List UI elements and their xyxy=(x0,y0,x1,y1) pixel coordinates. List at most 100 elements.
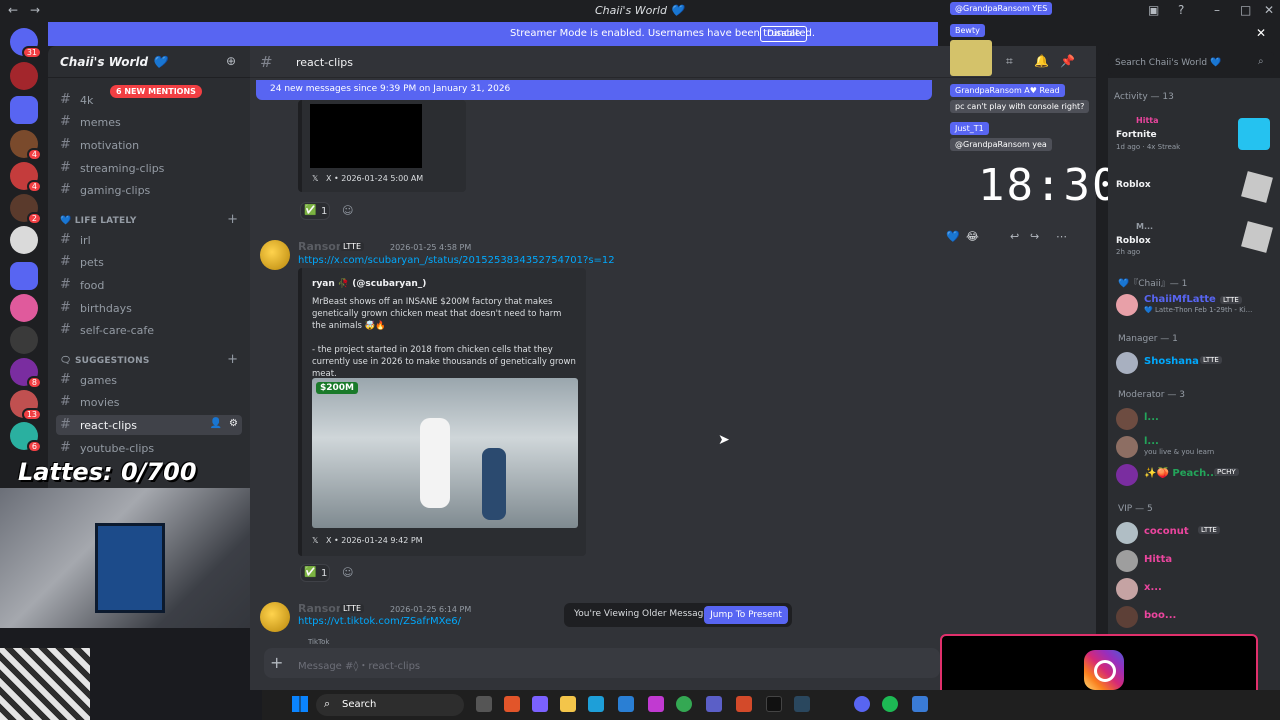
reply-icon[interactable]: ↩ xyxy=(1010,230,1019,243)
chrome-icon[interactable] xyxy=(676,696,692,712)
file-explorer-icon[interactable] xyxy=(560,696,576,712)
add-member-icon[interactable]: ⊕ xyxy=(226,54,236,68)
disable-streamer-mode-button[interactable]: Disable xyxy=(760,26,808,42)
maximize-icon[interactable]: □ xyxy=(1240,3,1251,17)
server-icon[interactable] xyxy=(10,326,38,354)
add-attachment-icon[interactable]: + xyxy=(270,653,283,672)
server-icon[interactable]: 4 xyxy=(10,130,42,161)
more-options-icon[interactable]: ⋯ xyxy=(1056,230,1067,243)
channel-pets[interactable]: # pets xyxy=(56,252,242,272)
forward-arrow-icon[interactable]: → xyxy=(30,3,40,17)
reaction-check[interactable]: ✅ 1 xyxy=(300,564,330,582)
copilot-icon[interactable] xyxy=(532,696,548,712)
activity-card[interactable]: M... Roblox 2h ago xyxy=(1114,221,1276,256)
channel-food[interactable]: # food xyxy=(56,275,242,295)
server-icon[interactable] xyxy=(10,294,38,322)
activity-card[interactable]: Roblox xyxy=(1114,171,1276,204)
bell-icon[interactable]: 🔔 xyxy=(1034,54,1049,68)
add-reaction-icon[interactable]: ☺ xyxy=(342,566,353,579)
teams-icon[interactable] xyxy=(706,696,722,712)
inbox-icon[interactable]: ▣ xyxy=(1148,3,1159,17)
channel-streaming-clips[interactable]: # streaming-clips xyxy=(56,158,242,178)
category-life-lately[interactable]: 💙 LIFE LATELY xyxy=(60,216,137,226)
new-messages-bar[interactable]: 24 new messages since 9:39 PM on January… xyxy=(256,80,932,100)
server-header[interactable]: Chaii's World 💙 ⊕ xyxy=(48,46,250,78)
member-item[interactable]: x... xyxy=(1114,576,1276,602)
member-item[interactable]: ✨🍑 Peach... PCHY xyxy=(1114,462,1276,488)
folder-icon[interactable] xyxy=(10,96,38,124)
search-input[interactable]: Search Chaii's World 💙 xyxy=(1115,58,1221,68)
pin-icon[interactable]: 📌 xyxy=(1060,54,1075,68)
server-icon[interactable]: 6 xyxy=(10,422,42,453)
app-icon[interactable] xyxy=(618,696,634,712)
server-icon[interactable] xyxy=(10,62,38,90)
embed-author[interactable]: ryan 🥀 (@scubaryan_) xyxy=(312,279,426,289)
task-view-icon[interactable] xyxy=(476,696,492,712)
direct-messages-icon[interactable]: 31 xyxy=(10,28,42,59)
app-icon[interactable] xyxy=(736,696,752,712)
help-icon[interactable]: ? xyxy=(1178,3,1184,17)
edge-icon[interactable] xyxy=(588,696,604,712)
channel-irl[interactable]: # irl xyxy=(56,230,242,250)
app-icon[interactable] xyxy=(648,696,664,712)
member-item[interactable]: boo... xyxy=(1114,604,1276,630)
add-reaction-icon[interactable]: ☺ xyxy=(342,204,353,217)
activity-card[interactable]: Hitta Fortnite 1d ago · 4x Streak xyxy=(1114,116,1276,152)
embed-image[interactable]: $200M xyxy=(312,378,578,528)
server-icon[interactable]: 13 xyxy=(10,390,42,421)
channel-birthdays[interactable]: # birthdays xyxy=(56,298,242,318)
avatar[interactable] xyxy=(260,602,290,632)
message-link[interactable]: https://x.com/scubaryan_/status/20152538… xyxy=(298,255,615,266)
back-arrow-icon[interactable]: ← xyxy=(8,3,18,17)
jump-to-present-button[interactable]: Jump To Present xyxy=(704,606,788,624)
add-channel-icon[interactable]: + xyxy=(227,212,238,227)
close-window-icon[interactable]: ✕ xyxy=(1264,3,1274,17)
message-composer[interactable]: + Message #◊・react-clips xyxy=(264,648,940,678)
spotify-icon[interactable] xyxy=(882,696,898,712)
folder-icon[interactable] xyxy=(10,262,38,290)
member-item[interactable]: l... xyxy=(1114,406,1276,432)
avatar[interactable] xyxy=(260,240,290,270)
windows-start-icon[interactable] xyxy=(292,696,308,712)
app-icon[interactable] xyxy=(912,696,928,712)
tiktok-icon[interactable] xyxy=(766,696,782,712)
reaction-shortcut-icon[interactable]: 😂 xyxy=(966,230,979,243)
channel-4k[interactable]: #4k xyxy=(56,90,242,110)
channel-react-clips[interactable]: # react-clips 👤 ⚙ xyxy=(56,415,242,435)
reaction-shortcut-icon[interactable]: 💙 xyxy=(946,230,960,243)
member-item[interactable]: l... you live & you learn xyxy=(1114,434,1276,460)
taskbar-search[interactable]: ⌕ Search xyxy=(316,694,464,716)
server-search[interactable]: Search Chaii's World 💙 ⌕ xyxy=(1108,52,1274,74)
member-item[interactable]: coconut LTTE xyxy=(1114,520,1276,546)
activity-header[interactable]: Activity — 13 xyxy=(1114,92,1174,102)
embed-video-thumbnail[interactable] xyxy=(310,104,422,168)
forward-icon[interactable]: ↪ xyxy=(1030,230,1039,243)
minimize-icon[interactable]: – xyxy=(1214,3,1220,17)
server-icon[interactable] xyxy=(10,226,38,254)
threads-icon[interactable]: ⌗ xyxy=(1006,54,1013,69)
member-item[interactable]: ChaiiMfLatte LTTE 💙 Latte-Thon Feb 1-29t… xyxy=(1114,292,1276,318)
brave-icon[interactable] xyxy=(504,696,520,712)
channel-self-care-cafe[interactable]: # self-care-cafe xyxy=(56,320,242,340)
channel-games[interactable]: # games xyxy=(56,370,242,390)
channel-movies[interactable]: # movies xyxy=(56,392,242,412)
steam-icon[interactable] xyxy=(794,696,810,712)
channel-youtube-clips[interactable]: # youtube-clips xyxy=(56,438,242,458)
member-item[interactable]: Shoshana LTTE xyxy=(1114,350,1276,376)
category-suggestions[interactable]: 🗨 SUGGESTIONS xyxy=(60,356,150,366)
discord-icon[interactable] xyxy=(854,696,870,712)
message-link[interactable]: https://vt.tiktok.com/ZSafrMXe6/ xyxy=(298,616,461,627)
server-icon[interactable]: 8 xyxy=(10,358,42,389)
close-banner-icon[interactable]: ✕ xyxy=(1256,26,1266,40)
channel-motivation[interactable]: # motivation xyxy=(56,135,242,155)
message-input[interactable]: Message #◊・react-clips xyxy=(298,657,420,672)
server-icon[interactable]: 2 xyxy=(10,194,42,225)
channel-memes[interactable]: # memes xyxy=(56,112,242,132)
add-channel-icon[interactable]: + xyxy=(227,352,238,367)
member-item[interactable]: Hitta xyxy=(1114,548,1276,574)
gear-icon[interactable]: ⚙ xyxy=(229,418,238,429)
reaction-check[interactable]: ✅ 1 xyxy=(300,202,330,220)
channel-gaming-clips[interactable]: # gaming-clips xyxy=(56,180,242,200)
server-icon[interactable]: 4 xyxy=(10,162,42,193)
invite-icon[interactable]: 👤 xyxy=(210,418,222,429)
